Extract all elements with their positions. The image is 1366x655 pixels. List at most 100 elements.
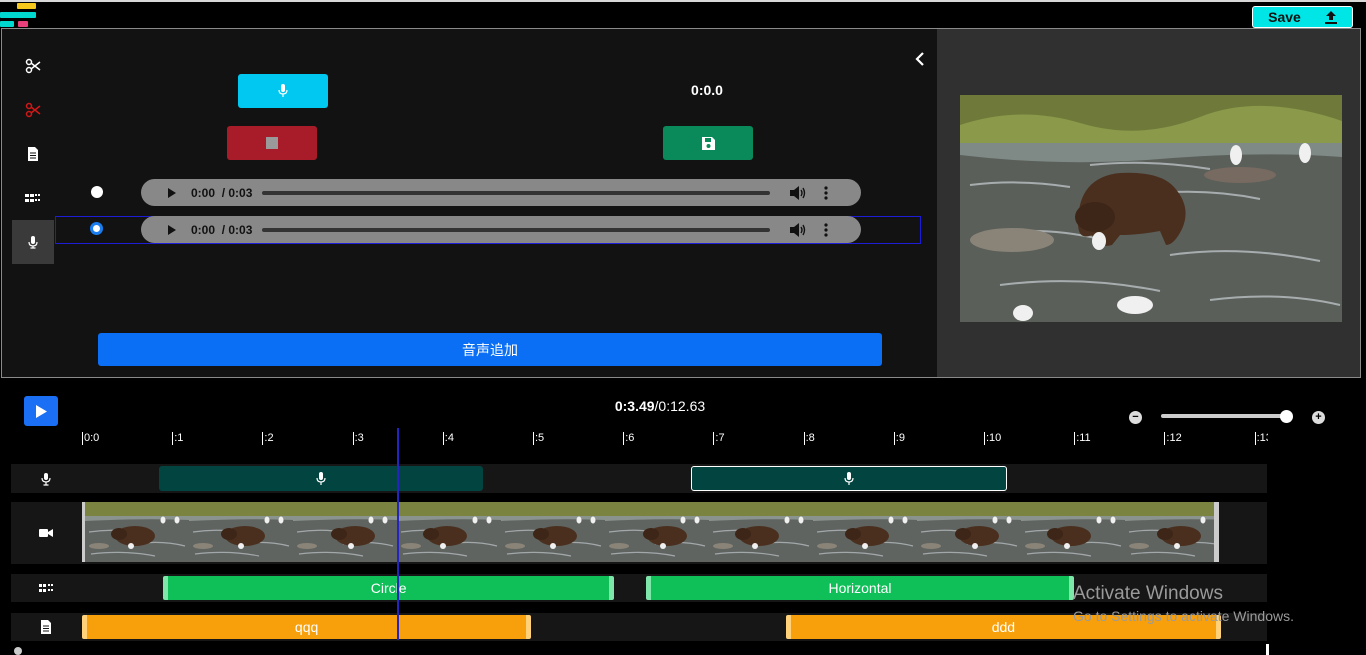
video-preview[interactable] (960, 95, 1342, 322)
more-options-icon[interactable] (824, 185, 828, 200)
volume-icon[interactable] (790, 222, 806, 237)
grid-tool-button[interactable] (12, 176, 54, 220)
audio-duration: / 0:03 (221, 222, 253, 237)
app-root: Save 0:0.0 0:00 / 0:03 0:00 / 0:03 音声追加 … (0, 0, 1366, 655)
timeline-ruler[interactable]: 0:0:1:2:3:4:5:6:7:8:9:10:11:12:13 (82, 432, 1268, 448)
audio-duration: / 0:03 (221, 185, 253, 200)
stop-icon (266, 137, 278, 149)
ruler-tick: :3 (352, 432, 364, 445)
audio-progress-bar[interactable] (262, 227, 771, 232)
play-icon (36, 404, 47, 418)
timeline-playhead[interactable] (397, 428, 399, 640)
cut-red-tool-button[interactable] (12, 88, 54, 132)
volume-icon[interactable] (790, 185, 806, 200)
ruler-tick: :13 (1254, 432, 1268, 445)
record-button[interactable] (238, 74, 328, 108)
ruler-tick: :1 (172, 432, 184, 445)
audio-player: 0:00 / 0:03 (141, 216, 861, 243)
microphone-icon (278, 84, 288, 97)
microphone-icon (28, 236, 38, 249)
audio-current-time: 0:00 (191, 185, 216, 200)
film-frame (293, 502, 397, 562)
video-camera-icon (39, 529, 53, 537)
audio-select-radio-checked[interactable] (90, 222, 103, 235)
play-icon[interactable] (167, 224, 177, 235)
film-frame (189, 502, 293, 562)
bear-scene-image (960, 95, 1342, 322)
cut-icon (25, 58, 41, 74)
scroll-indicator[interactable] (14, 647, 22, 655)
grid-icon (39, 584, 53, 592)
top-bar: Save (0, 0, 1366, 28)
ruler-tick: :2 (262, 432, 274, 445)
cut-red-icon (25, 102, 41, 118)
more-options-icon[interactable] (824, 222, 828, 237)
video-track (11, 502, 1267, 564)
watermark-title: Activate Windows (1073, 583, 1223, 604)
upload-icon (1324, 10, 1337, 24)
film-frame (1021, 502, 1125, 562)
zoom-slider[interactable] (1161, 414, 1291, 418)
zoom-slider-handle[interactable] (1280, 410, 1293, 423)
current-time: 0:3.49 (614, 398, 655, 414)
timeline-play-button[interactable] (24, 396, 58, 426)
ruler-tick: :6 (623, 432, 635, 445)
ruler-tick: :7 (713, 432, 725, 445)
collapse-panel-chevron-icon[interactable] (914, 51, 926, 67)
document-tool-button[interactable] (12, 132, 54, 176)
microphone-icon (844, 471, 854, 485)
film-frame (605, 502, 709, 562)
film-frame (709, 502, 813, 562)
grid-icon (25, 194, 40, 202)
text-clip[interactable]: qqq (82, 615, 532, 639)
effect-track-label (11, 574, 81, 602)
zoom-out-button[interactable]: − (1129, 411, 1142, 424)
video-preview-panel (937, 28, 1361, 378)
stop-button[interactable] (227, 126, 317, 160)
film-frame (813, 502, 917, 562)
ruler-tick: :9 (893, 432, 905, 445)
floppy-icon (701, 136, 715, 150)
audio-select-radio[interactable] (91, 186, 103, 198)
text-track-label (11, 613, 81, 641)
microphone-icon (316, 471, 326, 485)
cut-tool-button[interactable] (12, 44, 54, 88)
film-frame (1125, 502, 1214, 562)
total-time: /0:12.63 (654, 398, 706, 414)
ruler-tick: :11 (1074, 432, 1091, 445)
ruler-tick: :4 (442, 432, 454, 445)
audio-player: 0:00 / 0:03 (141, 179, 861, 206)
effect-clip[interactable]: Circle (163, 576, 615, 600)
audio-current-time: 0:00 (191, 222, 216, 237)
timeline-time: 0:3.49/0:12.63 (560, 398, 760, 414)
audio-progress-bar[interactable] (262, 190, 771, 195)
video-track-label (11, 502, 81, 564)
audio-clip[interactable] (690, 466, 1007, 491)
save-button[interactable]: Save (1252, 6, 1353, 28)
play-icon[interactable] (167, 187, 177, 198)
ruler-tick: :5 (533, 432, 545, 445)
microphone-tool-button[interactable] (12, 220, 54, 264)
windows-activation-watermark: Activate Windows Go to Settings to activ… (1073, 583, 1294, 624)
audio-clip[interactable] (158, 466, 484, 491)
side-toolbar (12, 44, 54, 264)
save-recording-button[interactable] (663, 126, 753, 160)
film-frame (501, 502, 605, 562)
ruler-tick: :8 (803, 432, 815, 445)
editor-panel: 0:0.0 0:00 / 0:03 0:00 / 0:03 音声追加 (1, 28, 937, 378)
ruler-tick: :10 (984, 432, 1002, 445)
audio-track-label (11, 464, 81, 493)
record-timer: 0:0.0 (691, 82, 723, 98)
add-audio-button[interactable]: 音声追加 (98, 333, 882, 366)
ruler-tick: :12 (1164, 432, 1182, 445)
watermark-subtitle: Go to Settings to activate Windows. (1073, 608, 1294, 624)
effect-clip[interactable]: Horizontal (645, 576, 1075, 600)
track-end-marker (1266, 644, 1269, 655)
document-icon (41, 620, 51, 634)
film-frame (917, 502, 1021, 562)
microphone-icon (41, 472, 51, 486)
document-icon (28, 147, 38, 161)
video-clip-filmstrip[interactable] (82, 502, 1219, 562)
zoom-in-button[interactable]: + (1312, 411, 1325, 424)
audio-track (11, 464, 1267, 493)
